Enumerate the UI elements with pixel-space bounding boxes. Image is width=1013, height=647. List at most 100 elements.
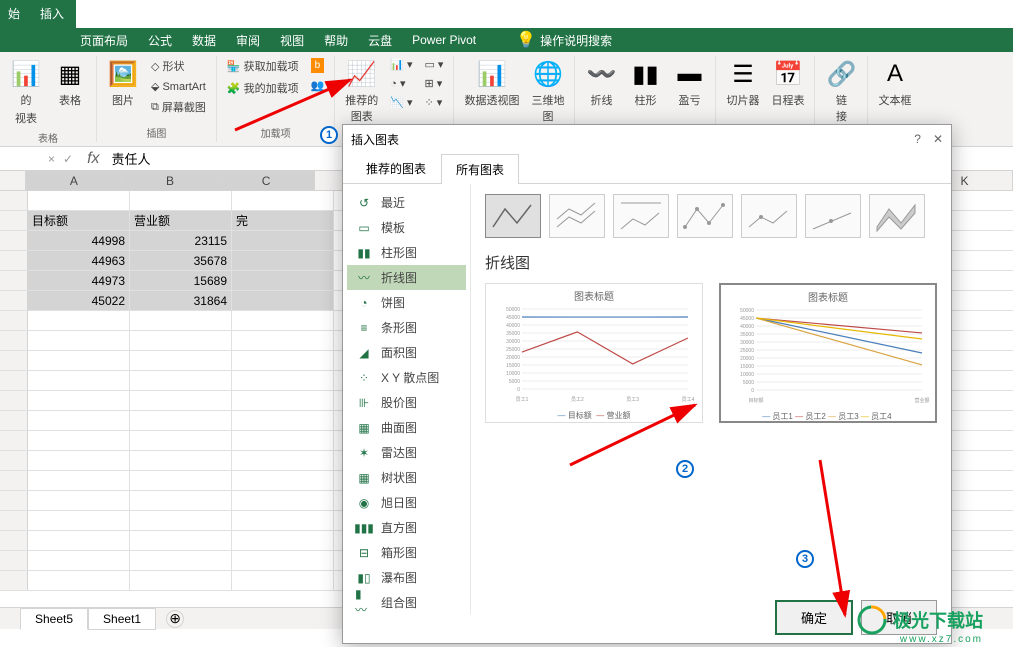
- menu-formulas[interactable]: 公式: [148, 32, 172, 49]
- cell[interactable]: [232, 531, 334, 550]
- cell[interactable]: [28, 531, 130, 550]
- cell[interactable]: [28, 511, 130, 530]
- cell[interactable]: [130, 391, 232, 410]
- cell[interactable]: [28, 571, 130, 590]
- column-chart-drop[interactable]: 📊▾: [386, 56, 416, 73]
- cell[interactable]: [232, 251, 334, 270]
- cell[interactable]: 目标额: [28, 211, 130, 230]
- subtype-stacked-markers[interactable]: [741, 194, 797, 238]
- cell[interactable]: [232, 471, 334, 490]
- sparkline-line-button[interactable]: 〰️折线: [581, 56, 621, 110]
- cell[interactable]: [232, 311, 334, 330]
- col-header-b[interactable]: B: [122, 171, 218, 190]
- sheet-tab-sheet5[interactable]: Sheet5: [20, 608, 88, 630]
- cell[interactable]: [130, 531, 232, 550]
- tab-begin[interactable]: 始: [0, 0, 28, 28]
- hier-chart-drop[interactable]: ▭▾: [421, 56, 448, 73]
- smartart-button[interactable]: ⬙SmartArt: [147, 78, 210, 95]
- type-recent[interactable]: ↺最近: [347, 190, 466, 215]
- cell[interactable]: [232, 351, 334, 370]
- cell[interactable]: [28, 311, 130, 330]
- recommended-charts-button[interactable]: 📈 推荐的 图表: [341, 56, 382, 126]
- cell[interactable]: [130, 311, 232, 330]
- cell[interactable]: [28, 371, 130, 390]
- bing-button[interactable]: b: [307, 56, 329, 75]
- cell[interactable]: [130, 451, 232, 470]
- cell[interactable]: [232, 291, 334, 310]
- type-bar[interactable]: ≡条形图: [347, 315, 466, 340]
- cell[interactable]: 23115: [130, 231, 232, 250]
- cell[interactable]: [28, 551, 130, 570]
- link-button[interactable]: 🔗链 接: [821, 56, 861, 126]
- cell[interactable]: 44963: [28, 251, 130, 270]
- timeline-button[interactable]: 📅日程表: [767, 56, 808, 110]
- menu-page-layout[interactable]: 页面布局: [80, 32, 128, 49]
- type-surface[interactable]: ▦曲面图: [347, 415, 466, 440]
- type-treemap[interactable]: ▦树状图: [347, 465, 466, 490]
- cell[interactable]: [130, 371, 232, 390]
- cell[interactable]: [232, 551, 334, 570]
- cell[interactable]: 完: [232, 211, 334, 230]
- cell[interactable]: 35678: [130, 251, 232, 270]
- cell[interactable]: 31864: [130, 291, 232, 310]
- cell[interactable]: [28, 411, 130, 430]
- col-header-c[interactable]: C: [219, 171, 315, 190]
- cell[interactable]: [232, 231, 334, 250]
- cancel-formula-icon[interactable]: ×: [48, 152, 55, 166]
- search-help[interactable]: 操作说明搜索: [540, 32, 612, 49]
- cell[interactable]: [28, 431, 130, 450]
- col-header-a[interactable]: A: [26, 171, 122, 190]
- subtype-line-markers[interactable]: [677, 194, 733, 238]
- type-combo[interactable]: ▮〰组合图: [347, 590, 466, 614]
- map3d-button[interactable]: 🌐 三维地 图: [527, 56, 568, 126]
- dialog-tab-recommended[interactable]: 推荐的图表: [351, 153, 441, 183]
- cell[interactable]: 15689: [130, 271, 232, 290]
- my-addins-button[interactable]: 🧩我的加载项: [223, 78, 303, 98]
- subtype-stacked-line[interactable]: [549, 194, 605, 238]
- pictures-button[interactable]: 🖼️ 图片: [103, 56, 143, 110]
- cell[interactable]: [130, 551, 232, 570]
- people-button[interactable]: 👥: [307, 77, 329, 94]
- close-icon[interactable]: ✕: [933, 132, 943, 146]
- cell[interactable]: [232, 451, 334, 470]
- menu-help[interactable]: 帮助: [324, 32, 348, 49]
- fx-icon[interactable]: fx: [81, 150, 105, 168]
- cell[interactable]: [28, 491, 130, 510]
- tab-insert[interactable]: 插入: [28, 0, 76, 28]
- subtype-100-stacked-line[interactable]: [613, 194, 669, 238]
- type-area[interactable]: ◢面积图: [347, 340, 466, 365]
- cell[interactable]: 44998: [28, 231, 130, 250]
- cell[interactable]: [232, 371, 334, 390]
- scatter-chart-drop[interactable]: ⁘▾: [421, 94, 448, 111]
- cell[interactable]: [232, 491, 334, 510]
- cell[interactable]: [232, 511, 334, 530]
- cell[interactable]: [232, 191, 334, 210]
- subtype-line[interactable]: [485, 194, 541, 238]
- type-stock[interactable]: ⊪股价图: [347, 390, 466, 415]
- subtype-100-stacked-markers[interactable]: [805, 194, 861, 238]
- sheet-tab-sheet1[interactable]: Sheet1: [88, 608, 156, 630]
- cell[interactable]: [232, 331, 334, 350]
- cell[interactable]: [232, 391, 334, 410]
- cell[interactable]: 44973: [28, 271, 130, 290]
- cell[interactable]: [28, 451, 130, 470]
- type-pie[interactable]: ◔饼图: [347, 290, 466, 315]
- cell[interactable]: [130, 571, 232, 590]
- type-radar[interactable]: ✶雷达图: [347, 440, 466, 465]
- cell[interactable]: [130, 471, 232, 490]
- dialog-tab-all[interactable]: 所有图表: [441, 154, 519, 184]
- line-chart-drop[interactable]: 📉▾: [386, 94, 416, 111]
- cell[interactable]: [232, 271, 334, 290]
- cell[interactable]: [28, 191, 130, 210]
- table-button[interactable]: ▦ 表格: [50, 56, 90, 110]
- cell[interactable]: [232, 571, 334, 590]
- cell[interactable]: [130, 431, 232, 450]
- menu-view[interactable]: 视图: [280, 32, 304, 49]
- cell[interactable]: [130, 331, 232, 350]
- cell[interactable]: [130, 411, 232, 430]
- add-sheet-button[interactable]: ⊕: [166, 610, 184, 628]
- cell[interactable]: [28, 391, 130, 410]
- cell[interactable]: [130, 511, 232, 530]
- menu-powerpivot[interactable]: Power Pivot: [412, 33, 476, 47]
- preview-chart-2[interactable]: 图表标题 05000100001500020000250003000035000…: [719, 283, 937, 423]
